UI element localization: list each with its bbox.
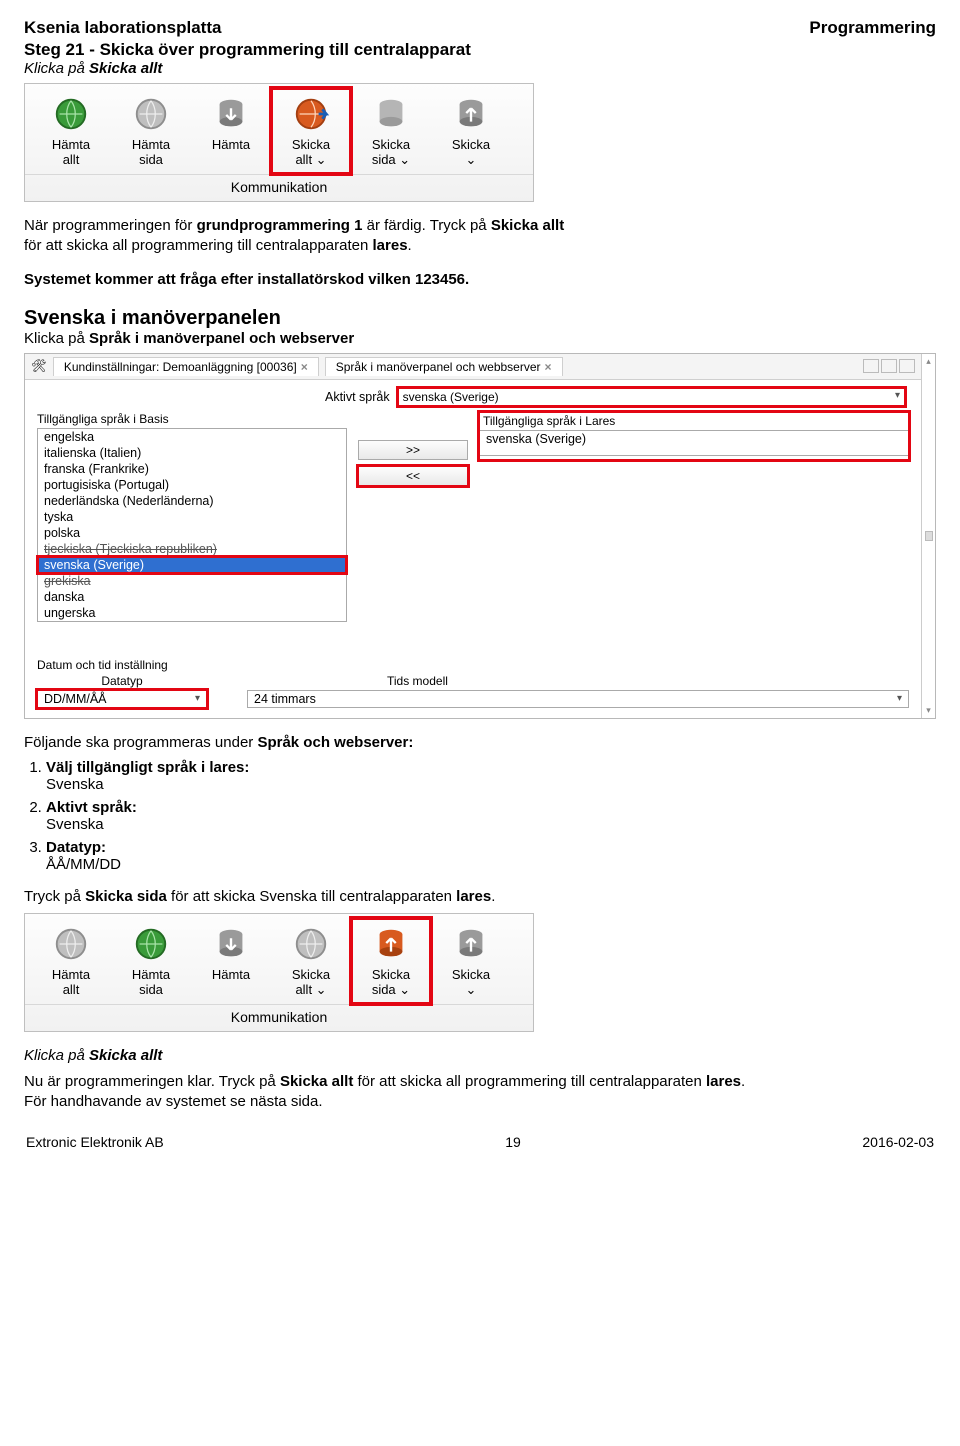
chevron-down-icon: ▾ xyxy=(897,693,902,704)
db-down-icon xyxy=(193,92,269,136)
close-icon[interactable]: × xyxy=(545,360,552,374)
list-item[interactable]: portugisiska (Portugal) xyxy=(38,477,346,493)
db-up-icon xyxy=(433,922,509,966)
toolbar-button-skicka-[interactable]: Skicka⌄ xyxy=(431,88,511,174)
scroll-up-icon[interactable]: ▴ xyxy=(926,356,931,367)
available-basis-list[interactable]: engelskaitalienska (Italien)franska (Fra… xyxy=(37,428,347,622)
toolbar-button-skicka-sida-[interactable]: Skickasida ⌄ xyxy=(351,88,431,174)
instruction-line: Klicka på Skicka allt xyxy=(24,60,936,77)
globe-gray-icon xyxy=(273,922,349,966)
toolbar-button-h-mta-sida[interactable]: Hämtasida xyxy=(111,88,191,174)
chevron-down-icon: ▾ xyxy=(895,390,900,401)
scroll-down-icon[interactable]: ▾ xyxy=(926,705,931,716)
list-item[interactable]: svenska (Sverige) xyxy=(480,431,908,447)
paragraph-3: Tryck på Skicka sida för att skicka Sven… xyxy=(24,887,584,907)
closing-click: Klicka på Skicka allt xyxy=(24,1046,936,1066)
chevron-down-icon: ▾ xyxy=(195,693,200,704)
toolbar-button-h-mta-allt[interactable]: Hämtaallt xyxy=(31,88,111,174)
scrollbar-vertical[interactable]: ▴ ▾ xyxy=(921,354,935,718)
active-language-label: Aktivt språk xyxy=(325,390,390,404)
tab-language[interactable]: Språk i manöverpanel och webbserver× xyxy=(325,357,563,376)
db-down-icon xyxy=(193,922,269,966)
globe-gray-icon xyxy=(113,92,189,136)
list-item[interactable]: nederländska (Nederländerna) xyxy=(38,493,346,509)
available-basis-label: Tillgängliga språk i Basis xyxy=(37,412,347,426)
globe-green-icon xyxy=(33,92,109,136)
list-item[interactable]: tjeckiska (Tjeckiska republiken) xyxy=(38,541,346,557)
move-right-button[interactable]: >> xyxy=(358,440,468,460)
toolbar-kommunikation-2: HämtaalltHämtasidaHämtaSkickaallt ⌄Skick… xyxy=(24,913,534,1032)
list-item: Välj tillgängligt språk i lares:Svenska xyxy=(46,759,936,793)
toolbar-caption: Kommunikation xyxy=(25,174,533,201)
move-left-button[interactable]: << xyxy=(358,466,468,486)
list-item: Aktivt språk:Svenska xyxy=(46,799,936,833)
step-title: Steg 21 - Skicka över programmering till… xyxy=(24,40,936,60)
list-item[interactable]: svenska (Sverige) xyxy=(38,557,346,573)
paragraph-1: När programmeringen för grundprogrammeri… xyxy=(24,216,584,257)
scroll-thumb[interactable] xyxy=(925,531,933,541)
list-item[interactable]: danska xyxy=(38,589,346,605)
list-item[interactable]: tyska xyxy=(38,509,346,525)
datetime-section-label: Datum och tid inställning xyxy=(37,658,909,672)
toolbar-caption: Kommunikation xyxy=(25,1004,533,1031)
footer-left: Extronic Elektronik AB xyxy=(26,1134,164,1150)
globe-gray-icon xyxy=(33,922,109,966)
list-item[interactable]: franska (Frankrike) xyxy=(38,461,346,477)
list-item: Datatyp:ÅÅ/MM/DD xyxy=(46,839,936,873)
toolbar-button-skicka-allt-[interactable]: Skickaallt ⌄ xyxy=(271,918,351,1004)
doc-title-right: Programmering xyxy=(809,18,936,38)
datatype-dropdown[interactable]: DD/MM/ÅÅ▾ xyxy=(37,690,207,708)
closing-line2: Nu är programmeringen klar. Tryck på Ski… xyxy=(24,1072,936,1092)
tab-nav[interactable] xyxy=(863,359,915,373)
toolbar-button-h-mta-[interactable]: Hämta xyxy=(191,918,271,1004)
list-item[interactable]: ungerska xyxy=(38,605,346,621)
list-item[interactable]: polska xyxy=(38,525,346,541)
section-swedish-sub: Klicka på Språk i manöverpanel och webse… xyxy=(24,330,936,347)
toolbar-button-skicka-allt-[interactable]: Skickaallt ⌄ xyxy=(271,88,351,174)
active-language-dropdown[interactable]: svenska (Sverige) ▾ xyxy=(398,388,905,406)
globe-red-icon xyxy=(273,92,349,136)
toolbar-button-h-mta-sida[interactable]: Hämtasida xyxy=(111,918,191,1004)
app-icon: 🛠 xyxy=(31,359,47,374)
toolbar-button-skicka-[interactable]: Skicka⌄ xyxy=(431,918,511,1004)
follow-intro: Följande ska programmeras under Språk oc… xyxy=(24,733,584,753)
list-item[interactable]: grekiska xyxy=(38,573,346,589)
section-swedish-heading: Svenska i manöverpanelen xyxy=(24,307,936,330)
paragraph-2: Systemet kommer att fråga efter installa… xyxy=(24,270,584,290)
time-model-dropdown[interactable]: 24 timmars▾ xyxy=(247,690,909,708)
available-lares-list[interactable]: svenska (Sverige) xyxy=(479,430,909,456)
toolbar-kommunikation: HämtaalltHämtasidaHämtaSkickaallt ⌄Skick… xyxy=(24,83,534,202)
toolbar-button-h-mta-allt[interactable]: Hämtaallt xyxy=(31,918,111,1004)
toolbar-button-h-mta-[interactable]: Hämta xyxy=(191,88,271,174)
doc-title-left: Ksenia laborationsplatta xyxy=(24,18,221,38)
db-gray-icon xyxy=(353,92,429,136)
db-red-icon xyxy=(353,922,429,966)
language-panel: 🛠 Kundinställningar: Demoanläggning [000… xyxy=(24,353,936,719)
time-model-label: Tids modell xyxy=(387,674,909,688)
list-item[interactable]: engelska xyxy=(38,429,346,445)
tab-bar: 🛠 Kundinställningar: Demoanläggning [000… xyxy=(25,354,921,380)
toolbar-button-skicka-sida-[interactable]: Skickasida ⌄ xyxy=(351,918,431,1004)
datatype-label: Datatyp xyxy=(37,674,207,688)
globe-green-icon xyxy=(113,922,189,966)
footer-date: 2016-02-03 xyxy=(862,1134,934,1150)
db-up-icon xyxy=(433,92,509,136)
tab-customer-settings[interactable]: Kundinställningar: Demoanläggning [00036… xyxy=(53,357,319,376)
closing-line3: För handhavande av systemet se nästa sid… xyxy=(24,1093,936,1110)
list-item[interactable]: italienska (Italien) xyxy=(38,445,346,461)
follow-list: Välj tillgängligt språk i lares:Svenska A… xyxy=(24,759,936,873)
footer-page: 19 xyxy=(505,1134,521,1150)
available-lares-label: Tillgängliga språk i Lares xyxy=(479,412,909,428)
close-icon[interactable]: × xyxy=(301,360,308,374)
